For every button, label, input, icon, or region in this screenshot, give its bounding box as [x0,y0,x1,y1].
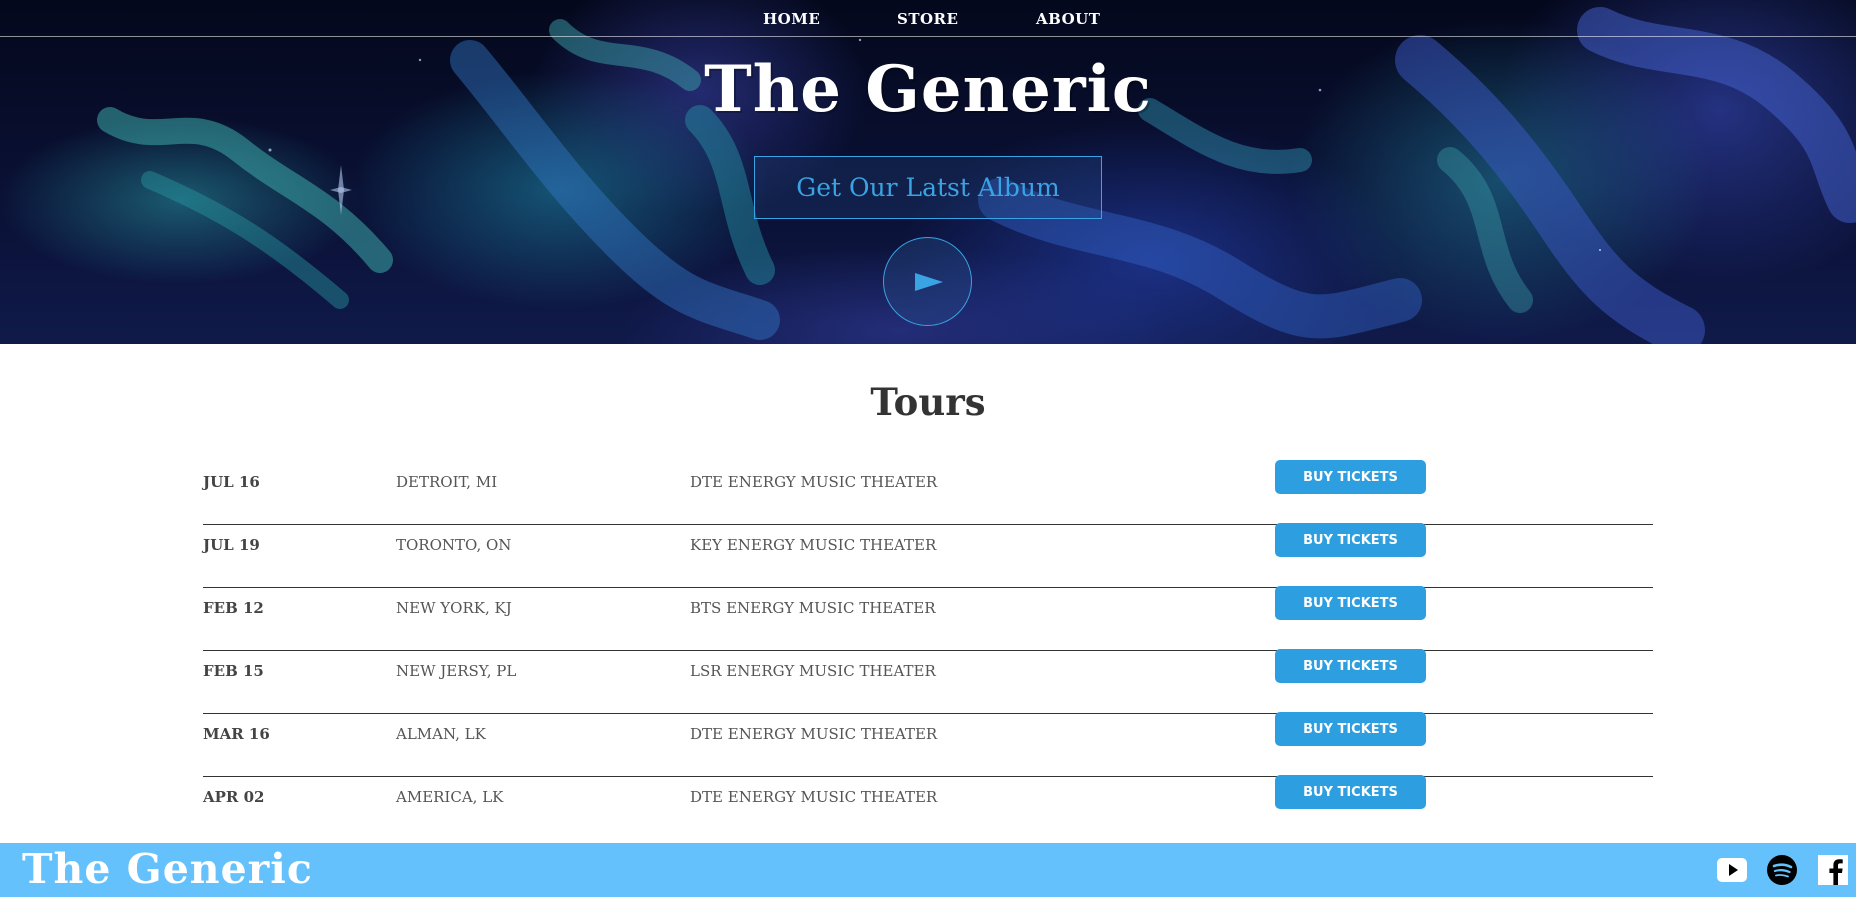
tour-row: MAR 16 ALMAN, LK DTE ENERGY MUSIC THEATE… [203,712,1653,777]
tour-date: FEB 12 [203,599,264,617]
buy-tickets-button[interactable]: BUY TICKETS [1275,775,1426,809]
tour-date: JUL 16 [203,473,260,491]
tour-date: MAR 16 [203,725,270,743]
buy-tickets-button[interactable]: BUY TICKETS [1275,712,1426,746]
nav-about-link[interactable]: ABOUT [1036,10,1100,28]
tour-row: FEB 15 NEW JERSY, PL LSR ENERGY MUSIC TH… [203,649,1653,714]
tour-row: JUL 16 DETROIT, MI DTE ENERGY MUSIC THEA… [203,460,1653,525]
tour-row: APR 02 AMERICA, LK DTE ENERGY MUSIC THEA… [203,775,1653,840]
hero-title: The Generic [704,52,1152,127]
tour-date: JUL 19 [203,536,260,554]
footer-title: The Generic [22,845,313,893]
spotify-icon[interactable] [1766,854,1798,886]
tour-city: DETROIT, MI [396,473,498,491]
tour-city: ALMAN, LK [396,725,486,743]
tour-venue: DTE ENERGY MUSIC THEATER [690,725,938,743]
tour-row: FEB 12 NEW YORK, KJ BTS ENERGY MUSIC THE… [203,586,1653,651]
play-icon [915,273,943,291]
tour-venue: BTS ENERGY MUSIC THEATER [690,599,936,617]
tour-row: JUL 19 TORONTO, ON KEY ENERGY MUSIC THEA… [203,523,1653,588]
nav-home-link[interactable]: HOME [763,10,820,28]
get-latest-album-button[interactable]: Get Our Latst Album [754,156,1102,219]
top-navigation: HOME STORE ABOUT [0,0,1856,37]
tour-city: AMERICA, LK [396,788,504,806]
tour-city: NEW YORK, KJ [396,599,512,617]
tour-venue: DTE ENERGY MUSIC THEATER [690,788,938,806]
buy-tickets-button[interactable]: BUY TICKETS [1275,523,1426,557]
buy-tickets-button[interactable]: BUY TICKETS [1275,460,1426,494]
hero-banner: HOME STORE ABOUT The Generic Get Our Lat… [0,0,1856,344]
tour-date: FEB 15 [203,662,264,680]
footer: The Generic [0,843,1856,897]
tour-venue: KEY ENERGY MUSIC THEATER [690,536,937,554]
nav-store-link[interactable]: STORE [897,10,958,28]
tour-venue: LSR ENERGY MUSIC THEATER [690,662,936,680]
tour-list: JUL 16 DETROIT, MI DTE ENERGY MUSIC THEA… [203,460,1653,840]
youtube-icon[interactable] [1716,854,1748,886]
play-button[interactable] [883,237,972,326]
tours-heading: Tours [870,380,986,424]
tour-venue: DTE ENERGY MUSIC THEATER [690,473,938,491]
tour-date: APR 02 [203,788,265,806]
tour-city: TORONTO, ON [396,536,512,554]
facebook-icon[interactable] [1817,854,1849,886]
buy-tickets-button[interactable]: BUY TICKETS [1275,586,1426,620]
buy-tickets-button[interactable]: BUY TICKETS [1275,649,1426,683]
tour-city: NEW JERSY, PL [396,662,517,680]
